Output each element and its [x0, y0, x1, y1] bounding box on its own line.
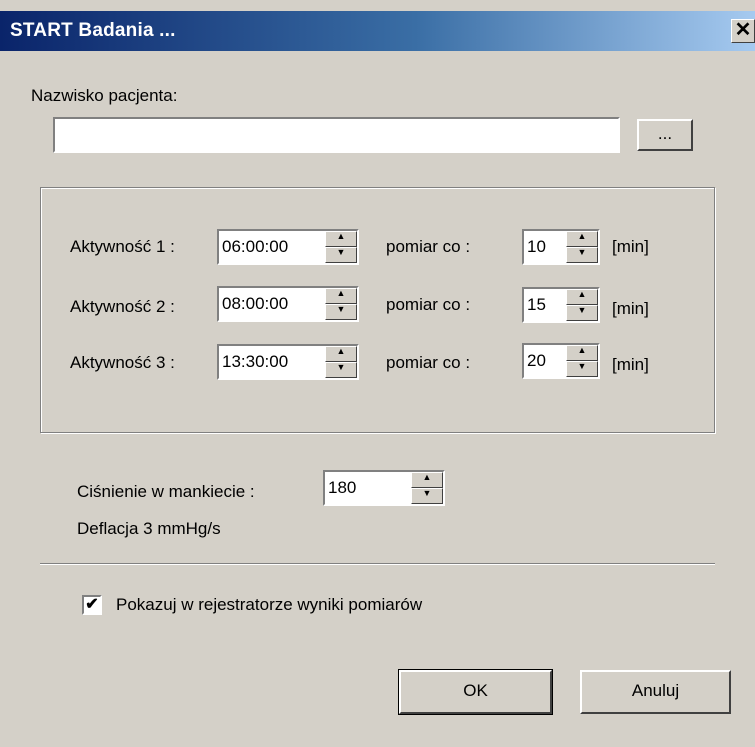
- deflation-text: Deflacja 3 mmHg/s: [77, 519, 221, 538]
- dialog-window: START Badania ... ✕ Nazwisko pacjenta: .…: [0, 0, 755, 747]
- cuff-pressure-label: Ciśnienie w mankiecie :: [77, 482, 255, 501]
- spin-up-icon[interactable]: ▲: [325, 231, 357, 247]
- cancel-button[interactable]: Anuluj: [580, 670, 731, 714]
- spin-down-icon[interactable]: ▼: [411, 488, 443, 504]
- activity-2-interval-spinner[interactable]: ▲ ▼: [566, 289, 598, 321]
- title-bar[interactable]: START Badania ... ✕: [0, 11, 755, 51]
- activities-groupbox: Aktywność 1 : 06:00:00 ▲ ▼ pomiar co : 1…: [40, 187, 715, 433]
- patient-name-input[interactable]: [53, 117, 620, 153]
- spin-down-icon[interactable]: ▼: [325, 362, 357, 378]
- activity-3-time-spinner[interactable]: ▲ ▼: [325, 346, 357, 378]
- show-results-checkbox[interactable]: ✔: [82, 595, 102, 615]
- activity-3-label: Aktywność 3 :: [70, 353, 175, 372]
- spin-up-icon[interactable]: ▲: [325, 288, 357, 304]
- cuff-pressure-value: 180: [328, 478, 357, 497]
- ok-button[interactable]: OK: [398, 669, 553, 715]
- spin-up-icon[interactable]: ▲: [566, 345, 598, 361]
- activity-3-interval-value: 20: [527, 351, 546, 370]
- browse-patient-button[interactable]: ...: [637, 119, 693, 151]
- activity-1-time-value: 06:00:00: [222, 237, 289, 256]
- spin-up-icon[interactable]: ▲: [325, 346, 357, 362]
- spin-down-icon[interactable]: ▼: [566, 305, 598, 321]
- spin-up-icon[interactable]: ▲: [566, 231, 598, 247]
- separator: [40, 563, 715, 565]
- show-results-label[interactable]: Pokazuj w rejestratorze wyniki pomiarów: [116, 595, 422, 615]
- spin-up-icon[interactable]: ▲: [566, 289, 598, 305]
- cuff-pressure-spinner[interactable]: ▲ ▼: [411, 472, 443, 504]
- activity-3-unit: [min]: [612, 355, 649, 374]
- spin-down-icon[interactable]: ▼: [566, 247, 598, 263]
- check-mark-icon: ✔: [85, 596, 99, 613]
- activity-2-unit: [min]: [612, 299, 649, 318]
- cancel-button-label: Anuluj: [631, 681, 680, 700]
- close-icon: ✕: [734, 19, 752, 41]
- spin-down-icon[interactable]: ▼: [566, 361, 598, 377]
- activity-3-time-value: 13:30:00: [222, 352, 289, 371]
- spin-up-icon[interactable]: ▲: [411, 472, 443, 488]
- activity-2-interval-value: 15: [527, 295, 546, 314]
- spin-down-icon[interactable]: ▼: [325, 304, 357, 320]
- close-button[interactable]: ✕: [731, 19, 755, 43]
- ok-button-label: OK: [463, 681, 488, 700]
- activity-1-interval-value: 10: [527, 237, 546, 256]
- spin-down-icon[interactable]: ▼: [325, 247, 357, 263]
- patient-name-label: Nazwisko pacjenta:: [31, 86, 178, 105]
- window-title: START Badania ...: [10, 20, 176, 41]
- activity-1-unit: [min]: [612, 237, 649, 256]
- activity-2-time-spinner[interactable]: ▲ ▼: [325, 288, 357, 320]
- activity-1-time-spinner[interactable]: ▲ ▼: [325, 231, 357, 263]
- activity-1-interval-spinner[interactable]: ▲ ▼: [566, 231, 598, 263]
- activity-2-label: Aktywność 2 :: [70, 297, 175, 316]
- activity-2-interval-label: pomiar co :: [386, 295, 471, 314]
- browse-button-label: ...: [657, 124, 673, 143]
- activity-1-label: Aktywność 1 :: [70, 237, 175, 256]
- activity-1-interval-label: pomiar co :: [386, 237, 471, 256]
- activity-2-time-value: 08:00:00: [222, 294, 289, 313]
- activity-3-interval-spinner[interactable]: ▲ ▼: [566, 345, 598, 377]
- activity-3-interval-label: pomiar co :: [386, 353, 471, 372]
